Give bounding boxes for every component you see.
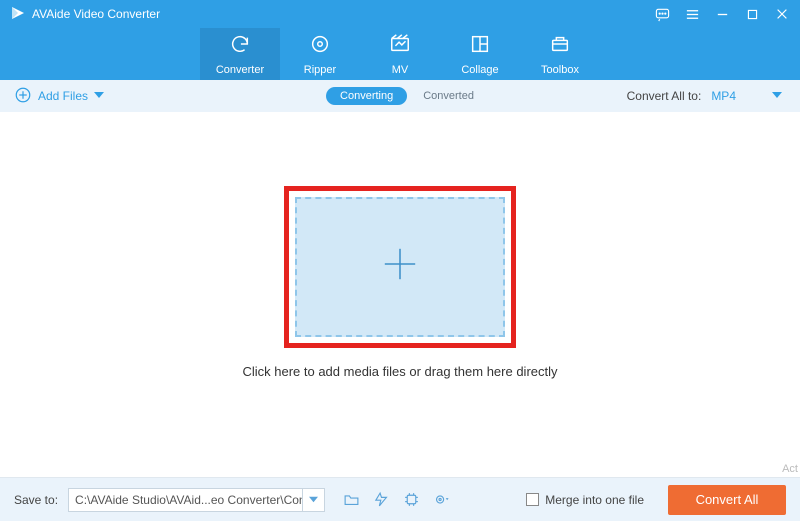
plus-circle-icon xyxy=(14,86,32,107)
nav-ripper[interactable]: Ripper xyxy=(280,28,360,80)
collage-icon xyxy=(469,33,491,58)
add-files-label: Add Files xyxy=(38,89,88,103)
dropzone-hint: Click here to add media files or drag th… xyxy=(242,364,557,379)
app-title-text: AVAide Video Converter xyxy=(32,7,160,21)
nav-converter[interactable]: Converter xyxy=(200,28,280,80)
nav-label: Converter xyxy=(216,64,264,76)
nav-label: MV xyxy=(392,64,409,76)
toolbox-icon xyxy=(549,33,571,58)
open-folder-icon[interactable] xyxy=(341,490,361,510)
merge-label: Merge into one file xyxy=(545,493,644,507)
save-path-field[interactable]: C:\AVAide Studio\AVAid...eo Converter\Co… xyxy=(68,488,303,512)
app-logo-icon xyxy=(10,5,26,24)
speed-icon[interactable] xyxy=(371,490,391,510)
plus-icon xyxy=(381,245,419,288)
nav-toolbox[interactable]: Toolbox xyxy=(520,28,600,80)
minimize-icon[interactable] xyxy=(714,6,730,22)
merge-checkbox[interactable]: Merge into one file xyxy=(526,493,644,507)
app-title: AVAide Video Converter xyxy=(10,5,160,24)
toolbar: Add Files Converting Converted Convert A… xyxy=(0,80,800,112)
main-area: Click here to add media files or drag th… xyxy=(0,112,800,452)
tab-converting[interactable]: Converting xyxy=(326,87,407,105)
dropzone[interactable] xyxy=(295,197,505,337)
footer: Save to: C:\AVAide Studio\AVAid...eo Con… xyxy=(0,477,800,521)
chevron-down-icon xyxy=(94,89,104,103)
tab-converted[interactable]: Converted xyxy=(423,90,474,102)
window-controls xyxy=(654,6,790,22)
nav-label: Toolbox xyxy=(541,64,579,76)
titlebar-top: AVAide Video Converter xyxy=(0,0,800,28)
checkbox-icon xyxy=(526,493,539,506)
convert-all-to-label: Convert All to: xyxy=(627,89,702,103)
nav-mv[interactable]: MV xyxy=(360,28,440,80)
close-icon[interactable] xyxy=(774,6,790,22)
titlebar: AVAide Video Converter Conver xyxy=(0,0,800,80)
menu-icon[interactable] xyxy=(684,6,700,22)
ripper-icon xyxy=(309,33,331,58)
target-format-select[interactable]: MP4 xyxy=(711,89,786,103)
footer-tools xyxy=(341,490,451,510)
convert-target: Convert All to: MP4 xyxy=(627,89,786,103)
feedback-icon[interactable] xyxy=(654,6,670,22)
dropzone-highlight xyxy=(284,186,516,348)
nav-label: Collage xyxy=(461,64,498,76)
watermark-text: Act xyxy=(782,463,798,475)
settings-icon[interactable] xyxy=(431,490,451,510)
mv-icon xyxy=(389,33,411,58)
nav-label: Ripper xyxy=(304,64,336,76)
save-path-dropdown[interactable] xyxy=(303,488,325,512)
nav: Converter Ripper MV Collage Toolbox xyxy=(0,28,800,80)
target-format-value: MP4 xyxy=(711,89,736,103)
maximize-icon[interactable] xyxy=(744,6,760,22)
nav-collage[interactable]: Collage xyxy=(440,28,520,80)
gpu-icon[interactable] xyxy=(401,490,421,510)
converter-icon xyxy=(229,33,251,58)
subtabs: Converting Converted xyxy=(326,87,474,105)
convert-all-button[interactable]: Convert All xyxy=(668,485,786,515)
add-files-button[interactable]: Add Files xyxy=(14,86,104,107)
save-to-label: Save to: xyxy=(14,493,58,507)
chevron-down-icon xyxy=(772,89,782,103)
